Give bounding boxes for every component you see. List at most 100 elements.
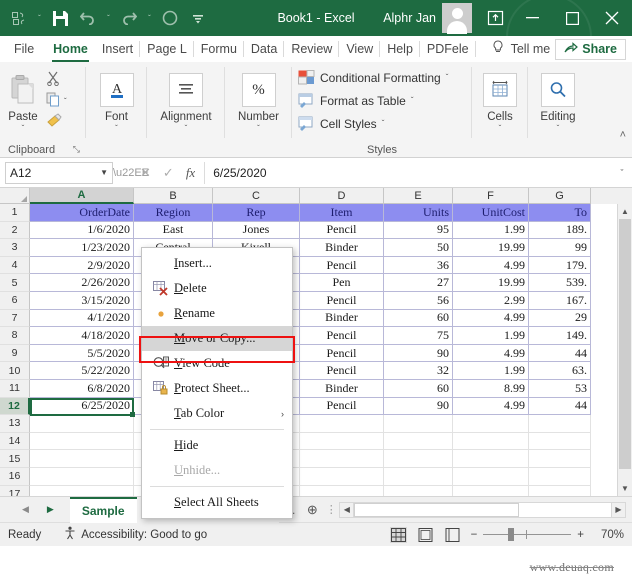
account-name[interactable]: Alphr Jan <box>383 11 442 25</box>
cell-D2[interactable]: Pencil <box>300 222 384 240</box>
cell-G9[interactable]: 44 <box>529 345 591 363</box>
sheet-tab-sample[interactable]: Sample <box>70 497 137 523</box>
cell-G11[interactable]: 53 <box>529 380 591 398</box>
tab-view[interactable]: View <box>339 36 380 62</box>
font-dropdown-icon[interactable]: ˇ <box>115 124 118 134</box>
cell-F4[interactable]: 4.99 <box>453 257 529 275</box>
alignment-button[interactable]: Alignment ˇ <box>150 67 222 134</box>
tab-insert[interactable]: Insert <box>95 36 140 62</box>
name-box-caret-icon[interactable]: ▼ <box>100 168 108 177</box>
insert-function-icon[interactable]: fx <box>186 165 195 181</box>
share-button[interactable]: Share <box>555 39 626 60</box>
context-menu-item-delete[interactable]: Delete <box>142 276 292 301</box>
cell-D3[interactable]: Binder <box>300 239 384 257</box>
hscroll-left-arrow-icon[interactable]: ◀ <box>339 502 354 518</box>
cell-E14[interactable] <box>384 433 453 451</box>
column-header-C[interactable]: C <box>213 188 300 204</box>
clipboard-dialog-launcher-icon[interactable]: ⤡ <box>73 144 80 155</box>
redo-icon[interactable] <box>116 5 142 31</box>
scroll-down-arrow-icon[interactable]: ▼ <box>618 481 632 496</box>
horizontal-scrollbar[interactable]: ◀ ▶ <box>339 502 626 518</box>
page-layout-view-icon[interactable] <box>417 527 434 543</box>
row-header-10[interactable]: 10 <box>0 362 30 380</box>
tab-help[interactable]: Help <box>380 36 420 62</box>
cell-E12[interactable]: 90 <box>384 398 453 416</box>
cell-G10[interactable]: 63. <box>529 362 591 380</box>
cell-E7[interactable]: 60 <box>384 310 453 328</box>
cell-G16[interactable] <box>529 468 591 486</box>
zoom-value[interactable]: 70% <box>590 529 624 541</box>
cell-D17[interactable] <box>300 486 384 497</box>
row-header-17[interactable]: 17 <box>0 486 30 497</box>
row-header-15[interactable]: 15 <box>0 450 30 468</box>
sheet-next-arrow-icon[interactable]: ▶ <box>47 504 54 515</box>
cell-F2[interactable]: 1.99 <box>453 222 529 240</box>
context-menu-item-select-all-sheets[interactable]: Select All Sheets <box>142 490 292 515</box>
cell-D16[interactable] <box>300 468 384 486</box>
cell-G12[interactable]: 44 <box>529 398 591 416</box>
avatar[interactable] <box>442 3 472 33</box>
cell-G4[interactable]: 179. <box>529 257 591 275</box>
cell-D1[interactable]: Item <box>300 204 384 222</box>
sheet-prev-arrow-icon[interactable]: ◀ <box>22 504 29 515</box>
cell-D12[interactable]: Pencil <box>300 398 384 416</box>
cell-G13[interactable] <box>529 415 591 433</box>
alignment-dropdown-icon[interactable]: ˇ <box>185 124 188 134</box>
close-button[interactable] <box>592 0 632 36</box>
tab-data[interactable]: Data <box>244 36 284 62</box>
column-header-A[interactable]: A <box>30 188 134 204</box>
cell-G17[interactable] <box>529 486 591 497</box>
hscroll-right-arrow-icon[interactable]: ▶ <box>611 502 626 518</box>
cell-G7[interactable]: 29 <box>529 310 591 328</box>
column-header-F[interactable]: F <box>453 188 529 204</box>
collapse-ribbon-icon[interactable]: ˄ <box>620 129 626 141</box>
hscroll-track[interactable] <box>354 502 611 518</box>
cell-styles-caret-icon[interactable]: ˇ <box>382 119 385 128</box>
cell-G15[interactable] <box>529 450 591 468</box>
cell-D7[interactable]: Binder <box>300 310 384 328</box>
row-header-7[interactable]: 7 <box>0 310 30 328</box>
cell-D8[interactable]: Pencil <box>300 327 384 345</box>
cell-E6[interactable]: 56 <box>384 292 453 310</box>
number-dropdown-icon[interactable]: ˇ <box>257 124 260 134</box>
scroll-up-arrow-icon[interactable]: ▲ <box>618 204 632 219</box>
cell-A12[interactable]: 6/25/2020 <box>30 398 134 416</box>
cell-A1[interactable]: OrderDate <box>30 204 134 222</box>
cell-E10[interactable]: 32 <box>384 362 453 380</box>
cell-D6[interactable]: Pencil <box>300 292 384 310</box>
vertical-scrollbar[interactable]: ▲ ▼ <box>617 204 632 496</box>
context-menu-item-tab-color[interactable]: Tab Color› <box>142 401 292 426</box>
cell-A14[interactable] <box>30 433 134 451</box>
cell-A16[interactable] <box>30 468 134 486</box>
cell-A4[interactable]: 2/9/2020 <box>30 257 134 275</box>
cell-C2[interactable]: Jones <box>213 222 300 240</box>
cell-A10[interactable]: 5/22/2020 <box>30 362 134 380</box>
cell-A5[interactable]: 2/26/2020 <box>30 274 134 292</box>
page-break-view-icon[interactable] <box>444 527 461 543</box>
cell-A3[interactable]: 1/23/2020 <box>30 239 134 257</box>
cell-F14[interactable] <box>453 433 529 451</box>
enter-icon[interactable]: ✓ <box>163 165 174 181</box>
row-header-13[interactable]: 13 <box>0 415 30 433</box>
cell-E4[interactable]: 36 <box>384 257 453 275</box>
cell-E15[interactable] <box>384 450 453 468</box>
zoom-out-button[interactable]: − <box>471 529 478 541</box>
cell-B2[interactable]: East <box>134 222 213 240</box>
cell-D10[interactable]: Pencil <box>300 362 384 380</box>
context-menu-item-rename[interactable]: Rename <box>142 301 292 326</box>
column-header-E[interactable]: E <box>384 188 453 204</box>
autosave-caret-icon[interactable]: ˇ <box>34 14 45 23</box>
paste-dropdown-icon[interactable]: ˇ <box>22 124 25 134</box>
row-header-4[interactable]: 4 <box>0 257 30 275</box>
cell-E13[interactable] <box>384 415 453 433</box>
cell-G1[interactable]: To <box>529 204 591 222</box>
cell-G5[interactable]: 539. <box>529 274 591 292</box>
cell-F12[interactable]: 4.99 <box>453 398 529 416</box>
cell-A7[interactable]: 4/1/2020 <box>30 310 134 328</box>
redo-caret-icon[interactable]: ˇ <box>144 14 155 23</box>
row-header-5[interactable]: 5 <box>0 274 30 292</box>
cell-D14[interactable] <box>300 433 384 451</box>
cell-D15[interactable] <box>300 450 384 468</box>
cell-E11[interactable]: 60 <box>384 380 453 398</box>
cell-D9[interactable]: Pencil <box>300 345 384 363</box>
